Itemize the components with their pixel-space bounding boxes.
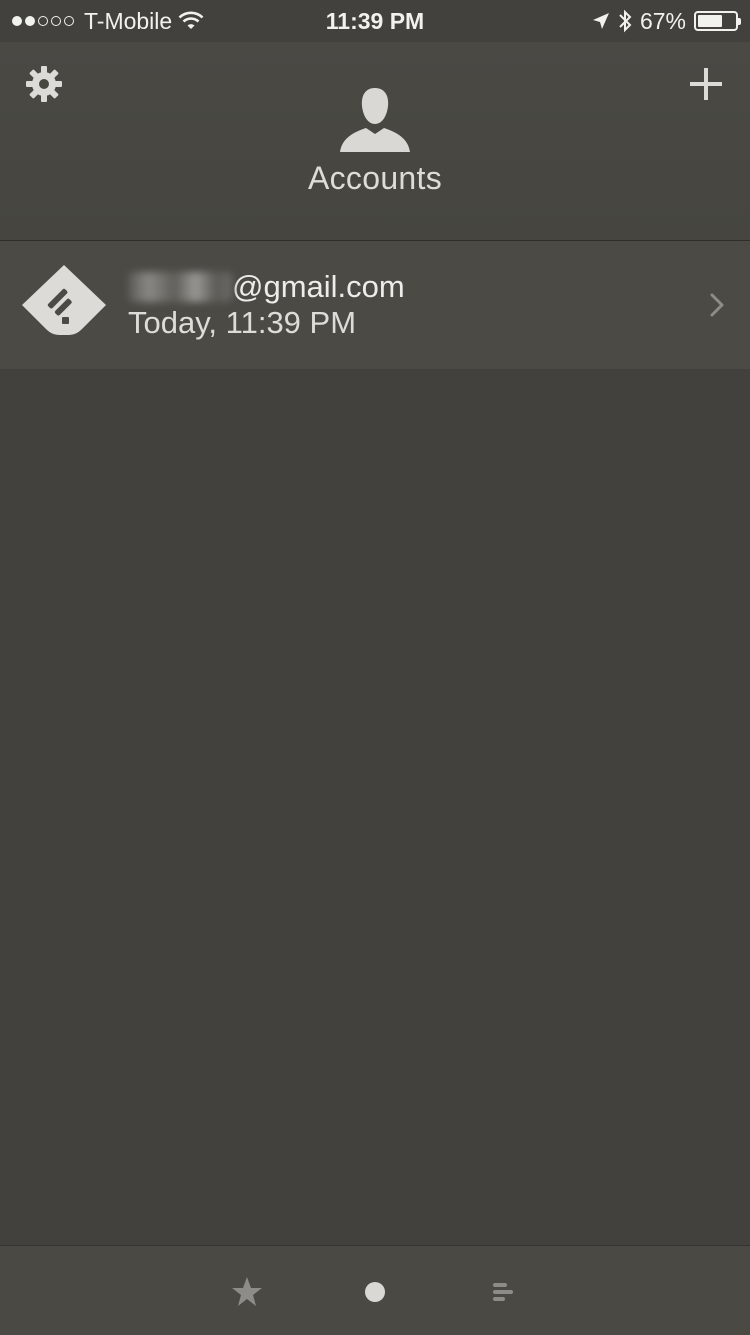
redacted-username xyxy=(128,272,232,302)
battery-icon xyxy=(694,11,741,31)
settings-button[interactable] xyxy=(24,64,64,104)
tab-bar xyxy=(0,1245,750,1335)
account-email: @gmail.com xyxy=(128,269,405,305)
chevron-right-icon xyxy=(706,291,730,319)
dot-icon xyxy=(365,1282,385,1302)
account-row[interactable]: @gmail.com Today, 11:39 PM xyxy=(0,241,750,369)
page-title: Accounts xyxy=(307,160,443,196)
tab-home[interactable] xyxy=(355,1272,395,1312)
wifi-icon xyxy=(178,11,204,29)
signal-strength-icon xyxy=(12,16,74,26)
add-account-button[interactable] xyxy=(686,64,726,104)
star-icon xyxy=(232,1277,262,1306)
status-bar: T-Mobile 11:39 PM 67% xyxy=(0,0,750,42)
list-icon xyxy=(493,1283,513,1301)
battery-level xyxy=(698,15,723,27)
tab-saved[interactable] xyxy=(227,1272,267,1312)
user-silhouette-icon xyxy=(338,86,412,154)
carrier-name: T-Mobile xyxy=(84,7,173,34)
account-last-updated: Today, 11:39 PM xyxy=(128,305,357,340)
battery-percent: 67% xyxy=(639,7,686,34)
feedly-logo-icon xyxy=(18,263,110,347)
account-email-domain: @gmail.com xyxy=(232,269,405,304)
location-arrow-icon xyxy=(592,13,609,29)
plus-icon xyxy=(690,68,722,100)
accounts-header: Accounts xyxy=(0,42,750,241)
gear-icon xyxy=(26,66,62,102)
tab-feeds[interactable] xyxy=(483,1272,523,1312)
status-left: T-Mobile xyxy=(0,8,204,35)
bluetooth-icon xyxy=(619,9,632,33)
status-right: 67% xyxy=(592,8,750,35)
